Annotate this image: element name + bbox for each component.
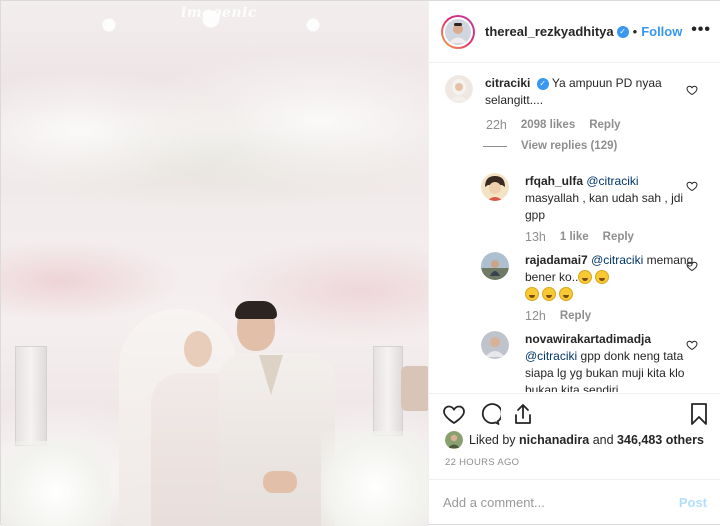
comment-username[interactable]: citraciki xyxy=(485,76,530,90)
liked-by-user[interactable]: nichanadira xyxy=(519,433,589,447)
post-sidebar: thereal_rezkyadhitya ✓ • Follow ••• citr… xyxy=(428,1,720,524)
avatar[interactable] xyxy=(445,431,463,449)
liked-by-label: Liked by xyxy=(469,433,516,447)
bookmark-icon[interactable] xyxy=(687,402,711,426)
likes-count[interactable]: 346,483 others xyxy=(617,433,704,447)
like-comment-heart-icon[interactable] xyxy=(686,260,698,272)
reply-button[interactable]: Reply xyxy=(560,310,591,322)
instagram-post-frame: imagenic thereal_rezkyadhitya ✓ • Follow… xyxy=(0,0,720,526)
comment-time: 22h xyxy=(486,118,507,132)
share-icon[interactable] xyxy=(511,402,535,426)
like-heart-icon[interactable] xyxy=(442,402,466,426)
comment-bubble-icon[interactable] xyxy=(477,402,501,426)
reply-item: novawirakartadimadja @citraciki gpp donk… xyxy=(481,331,695,392)
comments-list[interactable]: citraciki ✓ Ya ampuun PD nyaa selangitt.… xyxy=(429,64,720,392)
comment-meta: 12h Reply xyxy=(525,309,591,323)
avatar[interactable] xyxy=(445,75,473,103)
flower-arrangement xyxy=(1,441,111,526)
post-author-username[interactable]: thereal_rezkyadhitya xyxy=(485,24,614,39)
laughing-emoji-icon xyxy=(559,287,573,301)
post-comment-button[interactable]: Post xyxy=(679,495,707,510)
view-replies-label: View replies (129) xyxy=(521,140,618,152)
like-comment-heart-icon[interactable] xyxy=(686,84,698,96)
post-photo[interactable]: imagenic xyxy=(1,1,428,526)
avatar[interactable] xyxy=(481,252,509,280)
groom xyxy=(219,353,335,526)
comment-username[interactable]: rajadamai7 xyxy=(525,253,588,267)
post-header: thereal_rezkyadhitya ✓ • Follow ••• xyxy=(429,1,720,63)
comment-text: masyallah , kan udah sah , jdi gpp xyxy=(525,191,684,222)
comment-mention[interactable]: @citraciki xyxy=(586,174,638,188)
comment-item: citraciki ✓ Ya ampuun PD nyaa selangitt.… xyxy=(445,75,685,109)
avatar[interactable] xyxy=(481,173,509,201)
verified-badge-icon: ✓ xyxy=(536,77,549,90)
comment-time: 13h xyxy=(525,230,546,244)
separator-dot: • xyxy=(632,24,638,39)
flower-arrangement xyxy=(321,431,428,526)
comment-input[interactable] xyxy=(443,495,679,510)
add-comment-bar: Post xyxy=(429,479,720,525)
comment-mention[interactable]: @citraciki xyxy=(525,349,577,363)
laughing-emoji-icon xyxy=(525,287,539,301)
follow-button[interactable]: Follow xyxy=(641,24,682,39)
reply-item: rajadamai7 @citraciki memang bener ko.. xyxy=(481,252,695,303)
likes-summary: Liked by nichanadira and 346,483 others xyxy=(445,431,704,449)
laughing-emoji-icon xyxy=(578,270,593,284)
like-comment-heart-icon[interactable] xyxy=(686,180,698,192)
photo-watermark: imagenic xyxy=(181,5,257,21)
post-actions-bar xyxy=(429,393,720,433)
avatar[interactable] xyxy=(441,14,475,49)
more-options-icon[interactable]: ••• xyxy=(691,21,711,39)
comment-likes[interactable]: 2098 likes xyxy=(521,119,575,131)
comment-username[interactable]: novawirakartadimadja xyxy=(525,332,651,346)
laughing-emoji-icon xyxy=(595,270,610,284)
reply-item: rfqah_ulfa @citraciki masyallah , kan ud… xyxy=(481,173,690,224)
view-replies-button[interactable]: View replies (129) xyxy=(483,140,617,152)
like-comment-heart-icon[interactable] xyxy=(686,339,698,351)
laughing-emoji-icon xyxy=(542,287,556,301)
avatar[interactable] xyxy=(481,331,509,359)
comment-time: 12h xyxy=(525,309,546,323)
profile-picture xyxy=(445,18,471,45)
comment-meta: 13h 1 like Reply xyxy=(525,230,634,244)
comment-username[interactable]: rfqah_ulfa xyxy=(525,174,583,188)
comment-likes[interactable]: 1 like xyxy=(560,231,589,243)
reply-button[interactable]: Reply xyxy=(603,231,634,243)
liked-by-and: and xyxy=(592,433,614,447)
reply-button[interactable]: Reply xyxy=(589,119,620,131)
verified-badge-icon: ✓ xyxy=(616,25,629,38)
comment-meta: 22h 2098 likes Reply xyxy=(486,118,621,132)
comment-mention[interactable]: @citraciki xyxy=(591,253,643,267)
post-timestamp[interactable]: 22 HOURS AGO xyxy=(445,457,519,468)
